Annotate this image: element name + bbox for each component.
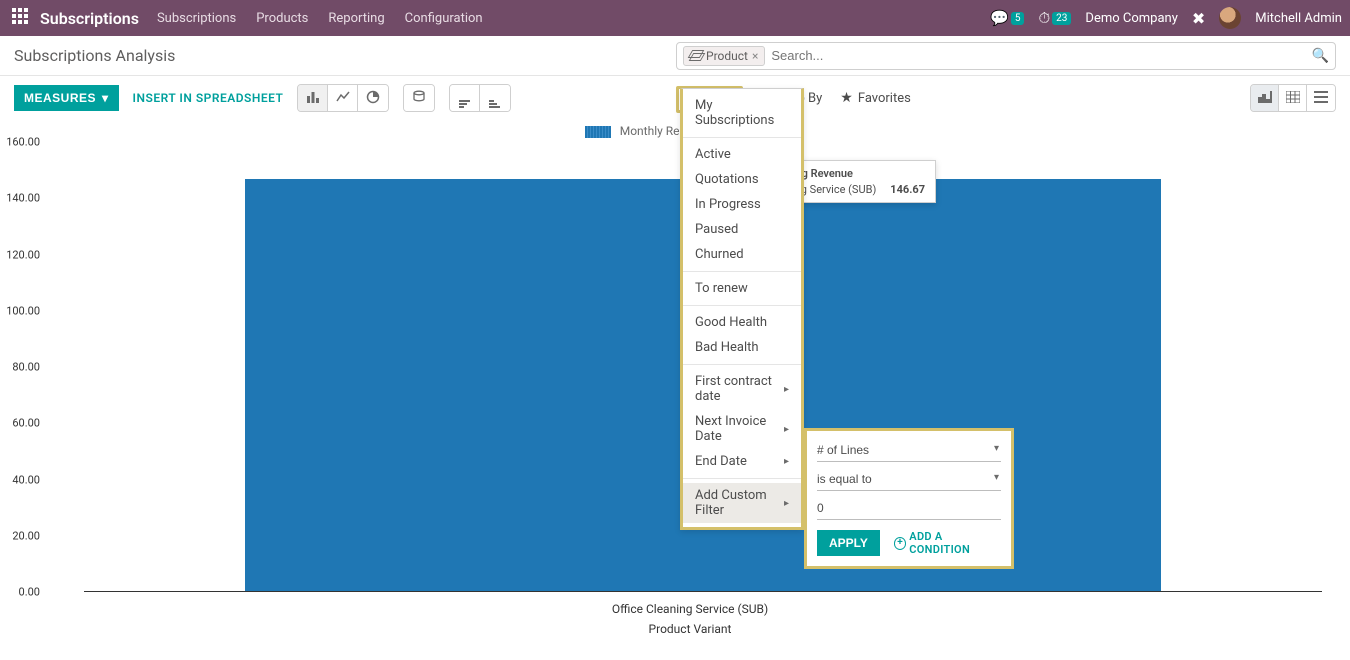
activities-icon[interactable]: ⏱ 23 bbox=[1038, 9, 1071, 27]
y-tick: 0.00 bbox=[19, 586, 44, 599]
filter-first-contract-date[interactable]: First contract date▸ bbox=[683, 369, 801, 409]
debug-icon[interactable]: ✖ bbox=[1192, 9, 1205, 28]
sort-group bbox=[449, 84, 511, 112]
insert-spreadsheet[interactable]: INSERT IN SPREADSHEET bbox=[133, 91, 284, 105]
plus-icon: + bbox=[894, 537, 906, 550]
graph-view-icon[interactable] bbox=[1251, 85, 1279, 111]
measures-label: MEASURES bbox=[24, 91, 96, 105]
chart-legend: Monthly Recurring Revenue bbox=[14, 124, 1336, 138]
filter-bad-health[interactable]: Bad Health bbox=[683, 335, 801, 360]
tooltip-value: 146.67 bbox=[890, 183, 925, 196]
add-condition-label: ADD A CONDITION bbox=[909, 530, 1001, 556]
nav-reporting[interactable]: Reporting bbox=[328, 11, 384, 26]
y-tick: 100.00 bbox=[6, 304, 44, 317]
search-area[interactable]: Product × 🔍 bbox=[676, 42, 1336, 70]
nav-products[interactable]: Products bbox=[256, 11, 308, 26]
y-axis bbox=[44, 142, 84, 592]
y-tick: 60.00 bbox=[12, 417, 44, 430]
stack-group bbox=[403, 84, 435, 112]
custom-filter-field[interactable]: # of Lines bbox=[817, 439, 1001, 462]
list-view-icon[interactable] bbox=[1307, 85, 1335, 111]
sort-desc-icon[interactable] bbox=[450, 85, 480, 111]
x-axis-title: Product Variant bbox=[44, 622, 1336, 636]
filters-dropdown: My Subscriptions Active Quotations In Pr… bbox=[680, 88, 804, 530]
apps-icon[interactable] bbox=[12, 8, 32, 28]
chevron-down-icon: ▾ bbox=[102, 91, 109, 105]
chevron-right-icon: ▸ bbox=[784, 456, 789, 467]
line-chart-icon[interactable] bbox=[328, 85, 358, 111]
filter-good-health[interactable]: Good Health bbox=[683, 310, 801, 335]
apply-button[interactable]: APPLY bbox=[817, 530, 880, 556]
filter-paused[interactable]: Paused bbox=[683, 217, 801, 242]
nav-menu: Subscriptions Products Reporting Configu… bbox=[157, 11, 483, 26]
y-tick: 160.00 bbox=[6, 136, 44, 149]
add-condition-button[interactable]: + ADD A CONDITION bbox=[894, 530, 1001, 556]
page-title: Subscriptions Analysis bbox=[14, 46, 175, 65]
filter-add-custom[interactable]: Add Custom Filter▸ bbox=[683, 483, 801, 523]
filter-to-renew[interactable]: To renew bbox=[683, 276, 801, 301]
messages-icon[interactable]: 💬 5 bbox=[990, 9, 1024, 27]
app-brand[interactable]: Subscriptions bbox=[40, 9, 139, 28]
favorites-label: Favorites bbox=[858, 91, 911, 106]
chart-area: Monthly Recurring Revenue Office Cleanin… bbox=[0, 120, 1350, 660]
user-name[interactable]: Mitchell Admin bbox=[1255, 11, 1342, 26]
remove-tag-icon[interactable]: × bbox=[752, 49, 758, 63]
search-icon[interactable]: 🔍 bbox=[1312, 48, 1329, 64]
control-row: MEASURES ▾ INSERT IN SPREADSHEET bbox=[0, 76, 1350, 120]
layers-icon bbox=[690, 50, 702, 62]
filter-churned[interactable]: Churned bbox=[683, 242, 801, 267]
filter-quotations[interactable]: Quotations bbox=[683, 167, 801, 192]
filter-end-date[interactable]: End Date▸ bbox=[683, 449, 801, 474]
nav-configuration[interactable]: Configuration bbox=[405, 11, 483, 26]
header-row: Subscriptions Analysis Product × 🔍 bbox=[0, 36, 1350, 76]
legend-swatch bbox=[585, 126, 611, 138]
nav-right: 💬 5 ⏱ 23 Demo Company ✖ Mitchell Admin bbox=[990, 7, 1342, 29]
view-switch bbox=[1250, 84, 1336, 112]
filter-my-subscriptions[interactable]: My Subscriptions bbox=[683, 93, 801, 133]
chevron-right-icon: ▸ bbox=[784, 498, 789, 509]
chart-type-group bbox=[297, 84, 389, 112]
search-tag-label: Product bbox=[706, 49, 748, 63]
filter-active[interactable]: Active bbox=[683, 142, 801, 167]
chevron-right-icon: ▸ bbox=[784, 384, 789, 395]
star-icon: ★ bbox=[840, 90, 853, 106]
y-tick: 120.00 bbox=[6, 248, 44, 261]
search-tag-product[interactable]: Product × bbox=[683, 46, 765, 66]
top-nav: Subscriptions Subscriptions Products Rep… bbox=[0, 0, 1350, 36]
custom-filter-popover: # of Lines is equal to APPLY + ADD A CON… bbox=[804, 428, 1014, 569]
y-tick: 140.00 bbox=[6, 192, 44, 205]
avatar[interactable] bbox=[1219, 7, 1241, 29]
activities-badge: 23 bbox=[1052, 12, 1071, 25]
favorites-button[interactable]: ★ Favorites bbox=[840, 90, 911, 106]
custom-filter-value[interactable] bbox=[817, 497, 1001, 520]
y-tick: 20.00 bbox=[12, 529, 44, 542]
company-name[interactable]: Demo Company bbox=[1085, 11, 1177, 26]
y-tick: 80.00 bbox=[12, 361, 44, 374]
pivot-view-icon[interactable] bbox=[1279, 85, 1307, 111]
stacked-icon[interactable] bbox=[404, 85, 434, 111]
bar-chart-icon[interactable] bbox=[298, 85, 328, 111]
filter-next-invoice-date[interactable]: Next Invoice Date▸ bbox=[683, 409, 801, 449]
nav-subscriptions[interactable]: Subscriptions bbox=[157, 11, 236, 26]
search-input[interactable] bbox=[771, 48, 1305, 63]
x-category-label: Office Cleaning Service (SUB) bbox=[44, 602, 1336, 616]
filter-in-progress[interactable]: In Progress bbox=[683, 192, 801, 217]
measures-button[interactable]: MEASURES ▾ bbox=[14, 85, 119, 111]
messages-badge: 5 bbox=[1011, 12, 1025, 25]
sort-asc-icon[interactable] bbox=[480, 85, 510, 111]
pie-chart-icon[interactable] bbox=[358, 85, 388, 111]
custom-filter-operator[interactable]: is equal to bbox=[817, 468, 1001, 491]
y-tick: 40.00 bbox=[12, 473, 44, 486]
chevron-right-icon: ▸ bbox=[784, 424, 789, 435]
